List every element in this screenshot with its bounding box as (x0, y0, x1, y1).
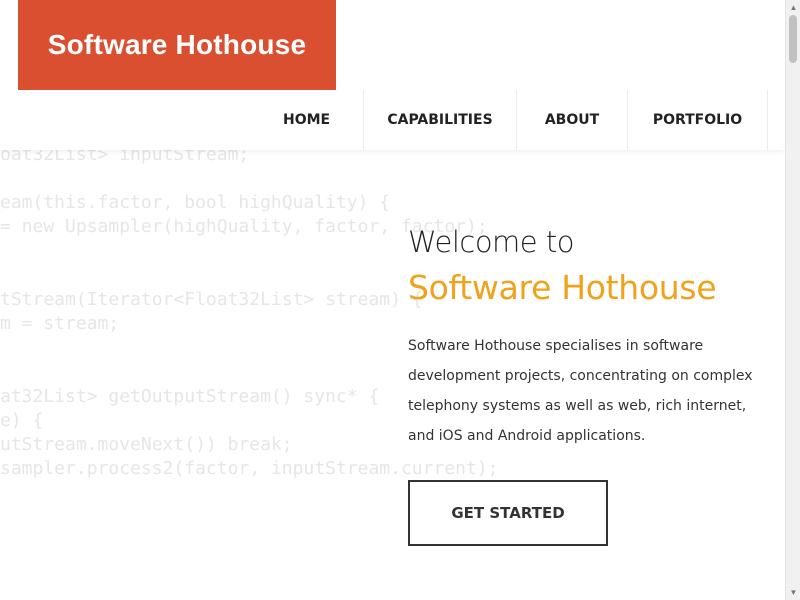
scroll-down-icon[interactable]: ▼ (786, 585, 800, 600)
scrollbar-thumb[interactable] (789, 15, 797, 63)
code-line: e) { (0, 410, 44, 431)
hero-brand-heading: Software Hothouse (408, 268, 717, 307)
page-scrollbar[interactable]: ▲ ▼ (785, 0, 800, 600)
code-line: utStream.moveNext()) break; (0, 434, 293, 455)
hero-welcome-heading: Welcome to (408, 225, 574, 259)
get-started-button[interactable]: GET STARTED (408, 480, 608, 546)
code-line: m = stream; (0, 313, 120, 334)
code-line: eam(this.factor, bool highQuality) { (0, 192, 391, 213)
main-nav: HOME CAPABILITIES ABOUT PORTFOLIO (283, 90, 768, 150)
nav-item-portfolio[interactable]: PORTFOLIO (628, 90, 768, 150)
code-line: sampler.process2(factor, inputStream.cur… (0, 458, 499, 479)
hero-description: Software Hothouse specialises in softwar… (408, 338, 753, 444)
page-viewport: oat32List> inputStream; eam(this.factor,… (0, 0, 785, 600)
site-header: Software Hothouse HOME CAPABILITIES ABOU… (0, 0, 785, 150)
code-line: at32List> getOutputStream() sync* { (0, 386, 380, 407)
nav-item-capabilities[interactable]: CAPABILITIES (364, 90, 517, 150)
site-logo[interactable]: Software Hothouse (18, 0, 336, 90)
code-line: tStream(Iterator<Float32List> stream) { (0, 289, 423, 310)
scroll-up-icon[interactable]: ▲ (786, 0, 800, 15)
nav-item-about[interactable]: ABOUT (517, 90, 628, 150)
nav-item-home[interactable]: HOME (283, 90, 364, 150)
